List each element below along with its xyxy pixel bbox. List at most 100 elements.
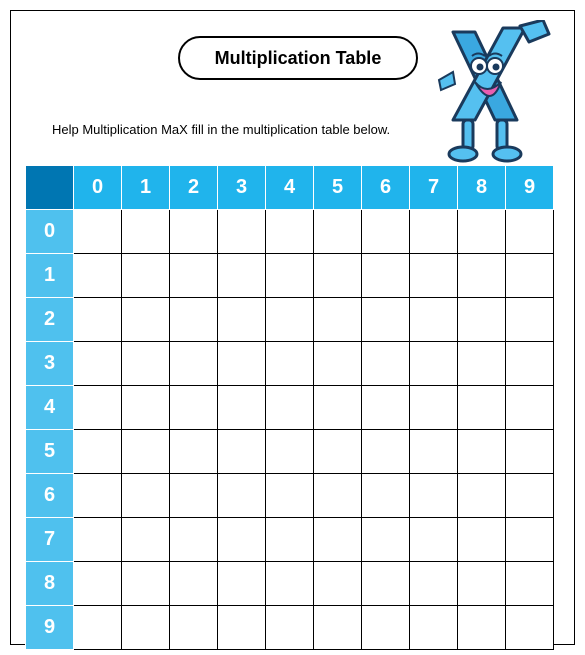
answer-cell[interactable] [170, 386, 218, 430]
answer-cell[interactable] [410, 430, 458, 474]
answer-cell[interactable] [314, 430, 362, 474]
answer-cell[interactable] [506, 254, 554, 298]
answer-cell[interactable] [314, 298, 362, 342]
answer-cell[interactable] [170, 518, 218, 562]
answer-cell[interactable] [122, 518, 170, 562]
answer-cell[interactable] [506, 342, 554, 386]
answer-cell[interactable] [314, 342, 362, 386]
answer-cell[interactable] [410, 254, 458, 298]
answer-cell[interactable] [122, 210, 170, 254]
answer-cell[interactable] [314, 562, 362, 606]
answer-cell[interactable] [218, 430, 266, 474]
answer-cell[interactable] [314, 518, 362, 562]
answer-cell[interactable] [458, 430, 506, 474]
answer-cell[interactable] [458, 254, 506, 298]
answer-cell[interactable] [314, 386, 362, 430]
answer-cell[interactable] [506, 562, 554, 606]
answer-cell[interactable] [74, 518, 122, 562]
answer-cell[interactable] [410, 342, 458, 386]
answer-cell[interactable] [506, 518, 554, 562]
answer-cell[interactable] [458, 562, 506, 606]
answer-cell[interactable] [410, 518, 458, 562]
answer-cell[interactable] [362, 518, 410, 562]
answer-cell[interactable] [122, 474, 170, 518]
answer-cell[interactable] [362, 474, 410, 518]
answer-cell[interactable] [218, 342, 266, 386]
answer-cell[interactable] [410, 298, 458, 342]
answer-cell[interactable] [122, 254, 170, 298]
answer-cell[interactable] [314, 606, 362, 650]
answer-cell[interactable] [170, 562, 218, 606]
answer-cell[interactable] [266, 562, 314, 606]
answer-cell[interactable] [266, 386, 314, 430]
answer-cell[interactable] [362, 562, 410, 606]
answer-cell[interactable] [458, 342, 506, 386]
answer-cell[interactable] [458, 210, 506, 254]
answer-cell[interactable] [170, 606, 218, 650]
answer-cell[interactable] [218, 254, 266, 298]
answer-cell[interactable] [458, 518, 506, 562]
answer-cell[interactable] [362, 210, 410, 254]
answer-cell[interactable] [266, 606, 314, 650]
answer-cell[interactable] [362, 386, 410, 430]
answer-cell[interactable] [74, 342, 122, 386]
answer-cell[interactable] [266, 474, 314, 518]
answer-cell[interactable] [458, 606, 506, 650]
answer-cell[interactable] [410, 386, 458, 430]
answer-cell[interactable] [218, 474, 266, 518]
answer-cell[interactable] [74, 298, 122, 342]
answer-cell[interactable] [170, 474, 218, 518]
answer-cell[interactable] [506, 430, 554, 474]
answer-cell[interactable] [506, 474, 554, 518]
answer-cell[interactable] [266, 430, 314, 474]
answer-cell[interactable] [74, 474, 122, 518]
answer-cell[interactable] [362, 298, 410, 342]
answer-cell[interactable] [218, 386, 266, 430]
answer-cell[interactable] [410, 474, 458, 518]
answer-cell[interactable] [170, 210, 218, 254]
answer-cell[interactable] [410, 562, 458, 606]
answer-cell[interactable] [218, 210, 266, 254]
answer-cell[interactable] [266, 298, 314, 342]
answer-cell[interactable] [506, 298, 554, 342]
answer-cell[interactable] [74, 254, 122, 298]
answer-cell[interactable] [170, 298, 218, 342]
answer-cell[interactable] [314, 210, 362, 254]
answer-cell[interactable] [74, 386, 122, 430]
answer-cell[interactable] [122, 430, 170, 474]
answer-cell[interactable] [410, 606, 458, 650]
answer-cell[interactable] [362, 342, 410, 386]
answer-cell[interactable] [266, 254, 314, 298]
answer-cell[interactable] [170, 430, 218, 474]
answer-cell[interactable] [362, 430, 410, 474]
answer-cell[interactable] [458, 386, 506, 430]
answer-cell[interactable] [266, 342, 314, 386]
answer-cell[interactable] [362, 606, 410, 650]
answer-cell[interactable] [74, 562, 122, 606]
answer-cell[interactable] [506, 606, 554, 650]
answer-cell[interactable] [74, 210, 122, 254]
answer-cell[interactable] [218, 518, 266, 562]
answer-cell[interactable] [506, 210, 554, 254]
answer-cell[interactable] [362, 254, 410, 298]
answer-cell[interactable] [74, 606, 122, 650]
answer-cell[interactable] [218, 606, 266, 650]
answer-cell[interactable] [314, 474, 362, 518]
answer-cell[interactable] [74, 430, 122, 474]
answer-cell[interactable] [266, 210, 314, 254]
answer-cell[interactable] [506, 386, 554, 430]
answer-cell[interactable] [170, 342, 218, 386]
answer-cell[interactable] [410, 210, 458, 254]
answer-cell[interactable] [458, 298, 506, 342]
answer-cell[interactable] [122, 386, 170, 430]
answer-cell[interactable] [122, 342, 170, 386]
answer-cell[interactable] [122, 298, 170, 342]
answer-cell[interactable] [218, 298, 266, 342]
answer-cell[interactable] [458, 474, 506, 518]
answer-cell[interactable] [218, 562, 266, 606]
answer-cell[interactable] [122, 606, 170, 650]
answer-cell[interactable] [122, 562, 170, 606]
answer-cell[interactable] [170, 254, 218, 298]
answer-cell[interactable] [266, 518, 314, 562]
answer-cell[interactable] [314, 254, 362, 298]
